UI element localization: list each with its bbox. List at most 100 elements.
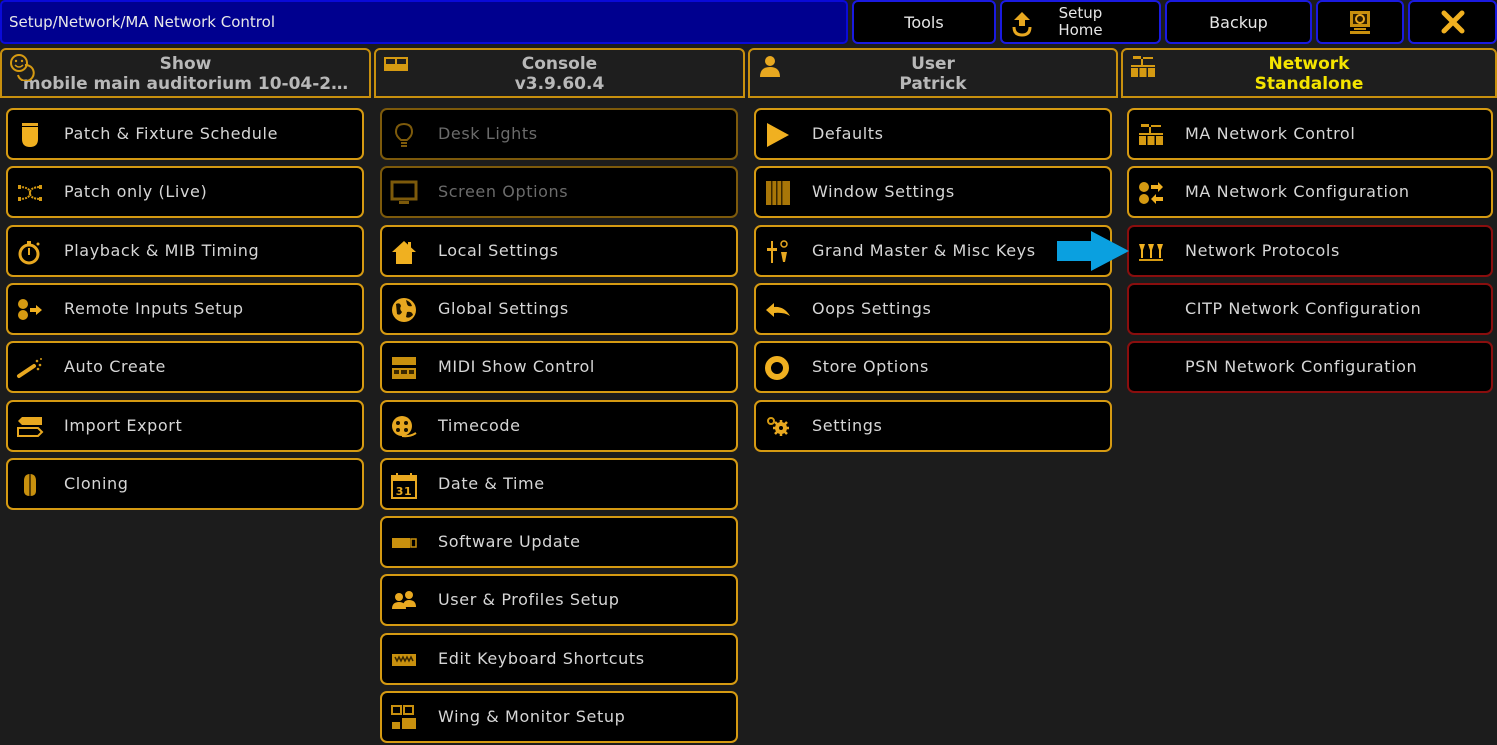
item-label: MA Network Configuration bbox=[1185, 182, 1410, 201]
header-network-value: Standalone bbox=[1254, 74, 1364, 94]
home-icon bbox=[392, 241, 416, 264]
midi-show-control-button[interactable]: MIDI Show Control bbox=[380, 341, 738, 393]
cloning-icon bbox=[24, 474, 36, 496]
network-config-icon bbox=[1139, 182, 1163, 204]
cloning-button[interactable]: Cloning bbox=[6, 458, 364, 510]
patch-only-live-button[interactable]: Patch only (Live) bbox=[6, 166, 364, 218]
protocols-icon bbox=[1139, 244, 1163, 261]
header-show[interactable]: Show mobile main auditorium 10-04-2… bbox=[0, 48, 371, 98]
backup-label: Backup bbox=[1209, 12, 1268, 32]
film-reel-icon bbox=[392, 416, 417, 438]
item-label: Cloning bbox=[64, 474, 129, 493]
timecode-button[interactable]: Timecode bbox=[380, 400, 738, 452]
midi-icon bbox=[392, 357, 416, 379]
setup-home-button[interactable]: Setup Home bbox=[1000, 0, 1161, 44]
screen-capture-button[interactable] bbox=[1316, 0, 1404, 44]
close-icon bbox=[1441, 10, 1464, 34]
desk-lights-button[interactable]: Desk Lights bbox=[380, 108, 738, 160]
breadcrumb-path: Setup/Network/MA Network Control bbox=[9, 13, 275, 31]
network-protocols-button[interactable]: Network Protocols bbox=[1127, 225, 1493, 277]
window-settings-button[interactable]: Window Settings bbox=[754, 166, 1112, 218]
globe-icon bbox=[392, 298, 416, 322]
item-label: Global Settings bbox=[438, 299, 569, 318]
software-update-button[interactable]: Software Update bbox=[380, 516, 738, 568]
magic-wand-icon bbox=[17, 358, 42, 378]
item-label: User & Profiles Setup bbox=[438, 590, 620, 609]
header-show-title: Show bbox=[159, 54, 212, 74]
header-network-title: Network bbox=[1268, 54, 1350, 74]
store-options-button[interactable]: Store Options bbox=[754, 341, 1112, 393]
item-label: Grand Master & Misc Keys bbox=[812, 241, 1036, 260]
item-label: MIDI Show Control bbox=[438, 357, 595, 376]
playback-mib-timing-button[interactable]: Playback & MIB Timing bbox=[6, 225, 364, 277]
header-network[interactable]: Network Standalone bbox=[1121, 48, 1497, 98]
tools-button[interactable]: Tools bbox=[852, 0, 996, 44]
gears-icon bbox=[767, 417, 789, 436]
citp-network-configuration-button[interactable]: CITP Network Configuration bbox=[1127, 283, 1493, 335]
date-time-button[interactable]: 31 Date & Time bbox=[380, 458, 738, 510]
console-icon bbox=[384, 57, 408, 71]
defaults-button[interactable]: Defaults bbox=[754, 108, 1112, 160]
screen-capture-icon bbox=[1350, 11, 1370, 34]
usb-icon bbox=[392, 538, 417, 548]
setup-home-icon bbox=[1012, 12, 1032, 37]
item-label: Network Protocols bbox=[1185, 241, 1340, 260]
window-columns-icon bbox=[766, 181, 790, 205]
stopwatch-icon bbox=[18, 241, 40, 265]
settings-button[interactable]: Settings bbox=[754, 400, 1112, 452]
item-label: Wing & Monitor Setup bbox=[438, 707, 626, 726]
patch-fixture-schedule-button[interactable]: Patch & Fixture Schedule bbox=[6, 108, 364, 160]
import-export-button[interactable]: Import Export bbox=[6, 400, 364, 452]
header-console-value: v3.9.60.4 bbox=[514, 74, 605, 94]
backup-button[interactable]: Backup bbox=[1165, 0, 1312, 44]
global-settings-button[interactable]: Global Settings bbox=[380, 283, 738, 335]
ma-network-configuration-button[interactable]: MA Network Configuration bbox=[1127, 166, 1493, 218]
network-icon bbox=[1139, 124, 1163, 145]
local-settings-button[interactable]: Local Settings bbox=[380, 225, 738, 277]
lightbulb-icon bbox=[394, 122, 414, 147]
remote-inputs-setup-button[interactable]: Remote Inputs Setup bbox=[6, 283, 364, 335]
oops-settings-button[interactable]: Oops Settings bbox=[754, 283, 1112, 335]
psn-network-configuration-button[interactable]: PSN Network Configuration bbox=[1127, 341, 1493, 393]
close-button[interactable] bbox=[1408, 0, 1497, 44]
item-label: Patch only (Live) bbox=[64, 182, 208, 201]
user-icon bbox=[760, 56, 780, 77]
users-icon bbox=[392, 591, 416, 609]
item-label: MA Network Control bbox=[1185, 124, 1356, 143]
item-label: Patch & Fixture Schedule bbox=[64, 124, 279, 143]
item-label: Date & Time bbox=[438, 474, 545, 493]
keyboard-icon bbox=[392, 654, 416, 666]
ma-network-control-button[interactable]: MA Network Control bbox=[1127, 108, 1493, 160]
item-label: CITP Network Configuration bbox=[1185, 299, 1422, 318]
item-label: Defaults bbox=[812, 124, 884, 143]
calendar-icon: 31 bbox=[391, 473, 417, 499]
item-label: Window Settings bbox=[812, 182, 955, 201]
monitor-icon bbox=[390, 180, 418, 204]
item-label: Local Settings bbox=[438, 241, 559, 260]
annotation-arrow-icon bbox=[1057, 231, 1129, 271]
network-icon bbox=[1131, 56, 1155, 77]
fader-key-icon bbox=[767, 240, 788, 263]
header-console[interactable]: Console v3.9.60.4 bbox=[374, 48, 745, 98]
setup-home-line2: Home bbox=[1058, 21, 1103, 39]
user-profiles-setup-button[interactable]: User & Profiles Setup bbox=[380, 574, 738, 626]
header-user[interactable]: User Patrick bbox=[748, 48, 1118, 98]
item-label: Desk Lights bbox=[438, 124, 538, 143]
play-triangle-icon bbox=[767, 123, 789, 147]
masks-icon bbox=[10, 54, 35, 81]
title-bar: Setup/Network/MA Network Control bbox=[0, 0, 848, 44]
header-show-value: mobile main auditorium 10-04-2… bbox=[22, 74, 349, 94]
auto-create-button[interactable]: Auto Create bbox=[6, 341, 364, 393]
item-label: Settings bbox=[812, 416, 883, 435]
screen-options-button[interactable]: Screen Options bbox=[380, 166, 738, 218]
item-label: Remote Inputs Setup bbox=[64, 299, 244, 318]
calendar-day: 31 bbox=[396, 485, 413, 498]
patch-cross-icon bbox=[18, 185, 42, 201]
edit-keyboard-shortcuts-button[interactable]: Edit Keyboard Shortcuts bbox=[380, 633, 738, 685]
wing-monitor-icon bbox=[391, 705, 416, 729]
item-label: Timecode bbox=[438, 416, 521, 435]
item-label: PSN Network Configuration bbox=[1185, 357, 1418, 376]
undo-arrow-icon bbox=[766, 303, 790, 317]
item-label: Software Update bbox=[438, 532, 581, 551]
wing-monitor-setup-button[interactable]: Wing & Monitor Setup bbox=[380, 691, 738, 743]
